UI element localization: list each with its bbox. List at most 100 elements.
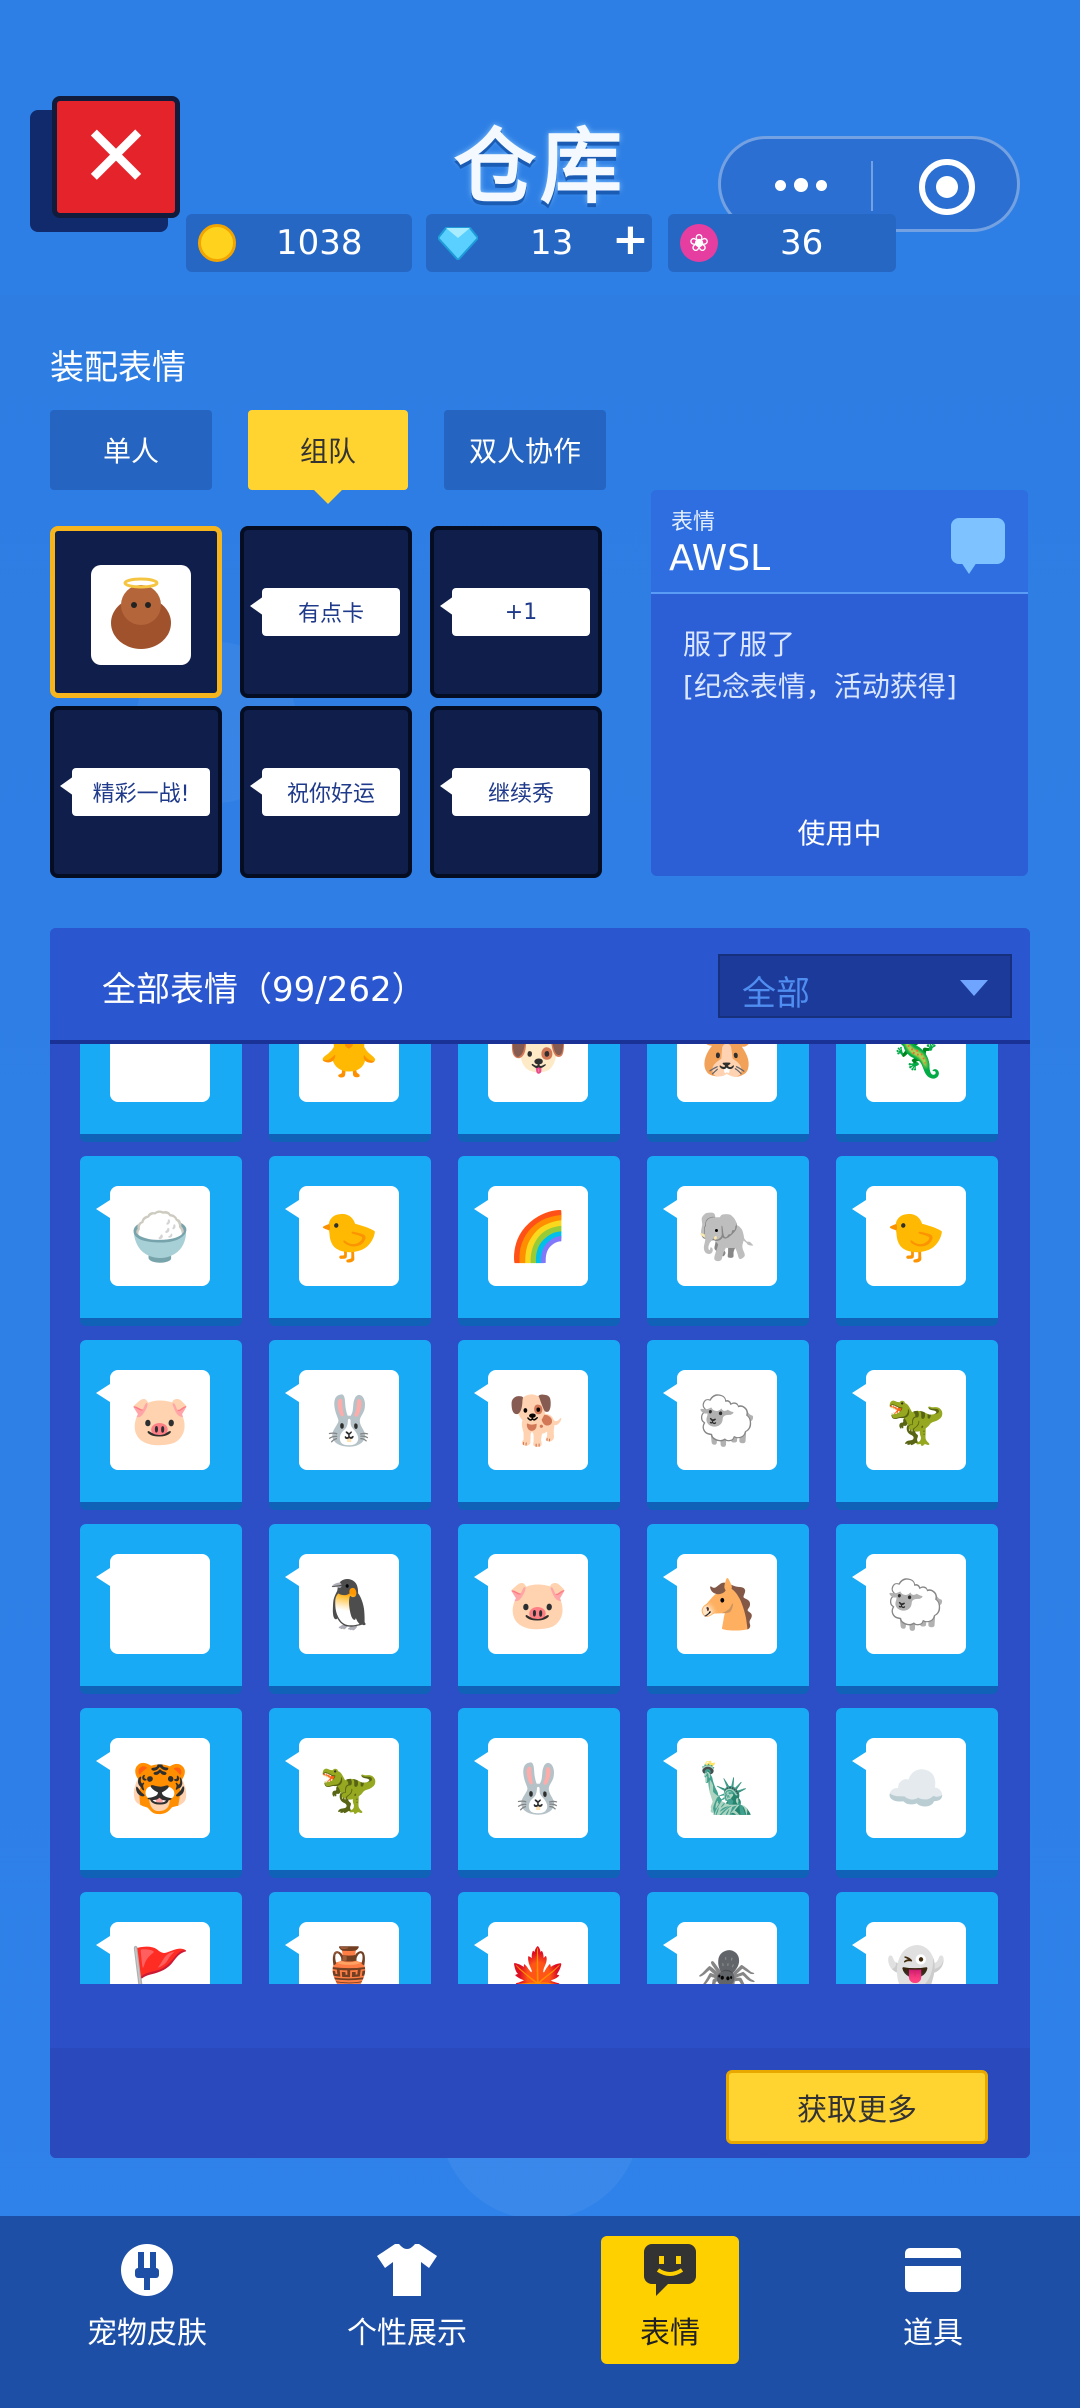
emote-cell[interactable]: 🍁 — [458, 1892, 620, 1984]
emote-grid[interactable]: 🐱 🐥 🐶 🐹 🦎 🍚 🐤 🌈 🐘 🐤 🐷 🐰 🐕 🐑 🦖 🐭 🐧 🐷 🐴 🐑 🐯 🦖 🐰 🗽 ☁️ 🚩 🏺 🍁 🕷️ 👻 — [50, 1044, 1030, 1984]
emote-cell[interactable]: 🐘 — [647, 1156, 809, 1326]
coin-balance: 1038 — [186, 214, 412, 272]
tab-team[interactable]: 组队 — [248, 410, 408, 504]
nav-item-showcase[interactable]: 个性展示 — [338, 2236, 476, 2364]
nav-label: 个性展示 — [347, 2316, 467, 2351]
in-use-status: 使用中 — [797, 817, 882, 850]
emote-cell[interactable]: 🐧 — [269, 1524, 431, 1694]
emote-image: 🦎 — [866, 1044, 966, 1102]
emote-cell[interactable]: 🐭 — [80, 1524, 242, 1694]
diamond-value: 13 — [530, 223, 574, 263]
filter-dropdown[interactable]: 全部 — [718, 954, 1012, 1018]
emote-icon — [640, 2242, 700, 2298]
emote-cell[interactable]: 🐕 — [458, 1340, 620, 1510]
emote-cell[interactable]: 🐥 — [269, 1044, 431, 1142]
emote-cell[interactable]: 🗽 — [647, 1708, 809, 1878]
emote-image: 🐘 — [663, 1186, 777, 1286]
equip-slot-6[interactable]: 继续秀 — [430, 706, 602, 878]
nav-item-pet-skins[interactable]: 宠物皮肤 — [78, 2236, 216, 2364]
panel-footer: 获取更多 — [50, 2048, 1030, 2158]
emote-cell[interactable]: 🐷 — [80, 1340, 242, 1510]
detail-name: AWSL — [669, 538, 771, 579]
emote-image: 🐷 — [96, 1370, 210, 1470]
emote-cell[interactable]: 🏺 — [269, 1892, 431, 1984]
emote-cell[interactable]: 🐯 — [80, 1708, 242, 1878]
nav-item-items[interactable]: 道具 — [864, 2236, 1002, 2364]
slot-text: +1 — [440, 588, 590, 636]
emote-cell[interactable]: 🐑 — [836, 1524, 998, 1694]
emote-image: 🐑 — [663, 1370, 777, 1470]
emote-cell[interactable]: 🐰 — [458, 1708, 620, 1878]
slot-text: 继续秀 — [440, 768, 590, 816]
emote-image: 🐭 — [96, 1554, 210, 1654]
emote-image: 🐶 — [488, 1044, 588, 1102]
detail-desc-line: [纪念表情，活动获得] — [683, 670, 957, 703]
emote-cell[interactable]: 🐑 — [647, 1340, 809, 1510]
emote-image: 🏺 — [285, 1922, 399, 1984]
emote-image: 🐤 — [852, 1186, 966, 1286]
tab-coop[interactable]: 双人协作 — [444, 410, 606, 490]
emote-cell[interactable]: ☁️ — [836, 1708, 998, 1878]
emote-cell[interactable]: 🕷️ — [647, 1892, 809, 1984]
detail-description: 服了服了 [纪念表情，活动获得] — [683, 624, 957, 708]
emote-image: 🐹 — [677, 1044, 777, 1102]
emote-image: 🐯 — [96, 1738, 210, 1838]
emote-cell[interactable]: 🐹 — [647, 1044, 809, 1142]
emote-image: 🐴 — [663, 1554, 777, 1654]
get-more-button[interactable]: 获取更多 — [726, 2070, 988, 2144]
diamond-balance: 13 + — [426, 214, 652, 272]
emote-image: 🐰 — [285, 1370, 399, 1470]
panel-title: 全部表情（99/262） — [102, 970, 426, 1010]
slot-text: 祝你好运 — [250, 768, 400, 816]
emote-image: 🦖 — [285, 1738, 399, 1838]
shirt-icon — [377, 2242, 437, 2298]
nav-label: 道具 — [903, 2316, 963, 2351]
emote-cell[interactable]: 🐷 — [458, 1524, 620, 1694]
emote-image: 🍁 — [474, 1922, 588, 1984]
exit-target-icon[interactable] — [919, 159, 975, 215]
emote-image: 🐤 — [285, 1186, 399, 1286]
slot-text: 有点卡 — [250, 588, 400, 636]
emote-cell[interactable]: 🌈 — [458, 1156, 620, 1326]
flower-balance: ❀ 36 — [668, 214, 896, 272]
panel-header: 全部表情（99/262） 全部 — [50, 928, 1030, 1044]
all-emotes-panel: 全部表情（99/262） 全部 🐱 🐥 🐶 🐹 🦎 🍚 🐤 🌈 🐘 🐤 🐷 🐰 🐕 🐑 🦖 🐭 🐧 🐷 🐴 🐑 🐯 🦖 🐰 🗽… — [50, 928, 1030, 2158]
emote-image: 🗽 — [663, 1738, 777, 1838]
emote-image: 🐰 — [474, 1738, 588, 1838]
coin-icon — [198, 224, 236, 262]
nav-label: 表情 — [640, 2316, 700, 2351]
emote-cell[interactable]: 🐴 — [647, 1524, 809, 1694]
chevron-down-icon — [960, 980, 988, 996]
emote-image: 🦖 — [852, 1370, 966, 1470]
equip-slot-3[interactable]: +1 — [430, 526, 602, 698]
emote-cell[interactable]: 🐤 — [836, 1156, 998, 1326]
more-options-icon[interactable] — [761, 157, 841, 213]
equip-slot-4[interactable]: 精彩一战! — [50, 706, 222, 878]
emote-detail-card: 表情 AWSL 服了服了 [纪念表情，活动获得] 使用中 — [651, 490, 1028, 876]
slot-text: 精彩一战! — [60, 768, 210, 816]
emote-image: 🐷 — [474, 1554, 588, 1654]
capsule-divider — [871, 161, 873, 211]
emote-cell[interactable]: 🐤 — [269, 1156, 431, 1326]
tab-label: 组队 — [299, 435, 356, 468]
add-diamond-button[interactable]: + — [612, 218, 649, 262]
emote-cell[interactable]: 🚩 — [80, 1892, 242, 1984]
emote-cell[interactable]: 👻 — [836, 1892, 998, 1984]
emote-cell[interactable]: 🦎 — [836, 1044, 998, 1142]
emote-cell[interactable]: 🍚 — [80, 1156, 242, 1326]
emote-image: 🐥 — [299, 1044, 399, 1102]
emote-cell[interactable]: 🦖 — [269, 1708, 431, 1878]
equip-section-label: 装配表情 — [50, 348, 186, 388]
equip-slot-1[interactable] — [50, 526, 222, 698]
emote-image: 🐧 — [285, 1554, 399, 1654]
emote-image: 🍚 — [96, 1186, 210, 1286]
emote-cell[interactable]: 🦖 — [836, 1340, 998, 1510]
filter-value: 全部 — [742, 974, 810, 1014]
emote-cell[interactable]: 🐶 — [458, 1044, 620, 1142]
tab-single[interactable]: 单人 — [50, 410, 212, 490]
equip-slot-5[interactable]: 祝你好运 — [240, 706, 412, 878]
emote-cell[interactable]: 🐰 — [269, 1340, 431, 1510]
equip-slot-2[interactable]: 有点卡 — [240, 526, 412, 698]
nav-item-emotes[interactable]: 表情 — [601, 2236, 739, 2364]
emote-cell[interactable]: 🐱 — [80, 1044, 242, 1142]
